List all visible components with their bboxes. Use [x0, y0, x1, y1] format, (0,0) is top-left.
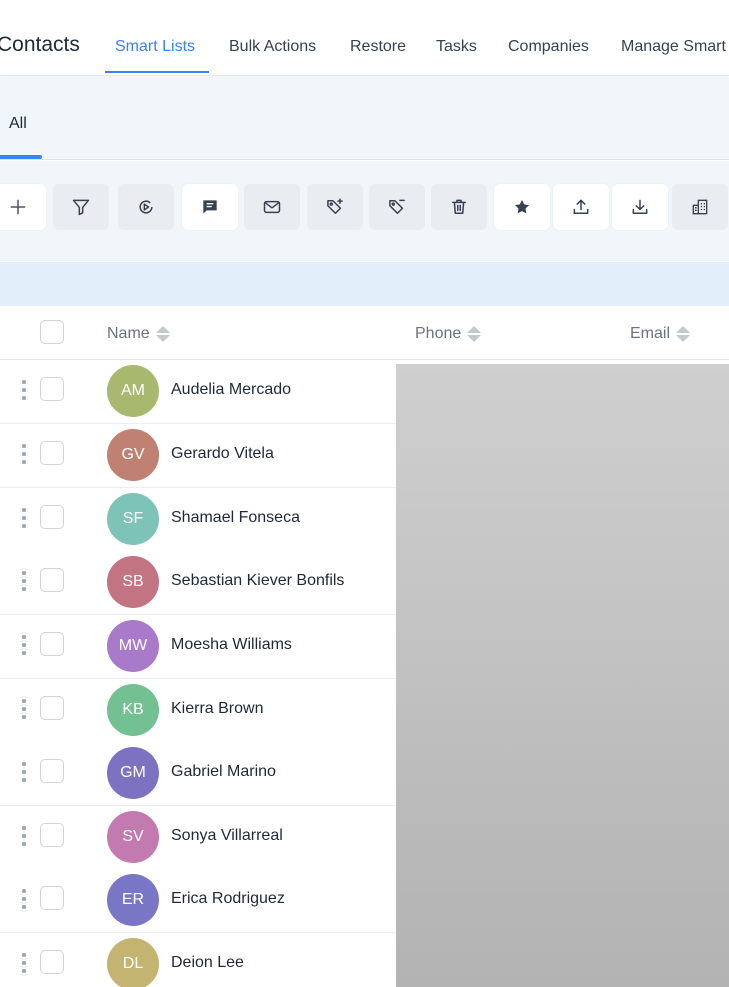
kebab-menu-icon[interactable]	[20, 697, 28, 721]
select-all-checkbox[interactable]	[40, 320, 64, 344]
filter-button[interactable]	[53, 184, 109, 230]
tab-smart-lists[interactable]: Smart Lists	[115, 38, 195, 56]
star-icon	[514, 199, 530, 214]
envelope-icon	[263, 200, 281, 214]
import-button[interactable]	[612, 184, 668, 230]
message-icon	[203, 200, 217, 214]
row-checkbox[interactable]	[40, 568, 64, 592]
selection-info-bar	[0, 262, 729, 306]
avatar: SB	[107, 556, 159, 608]
companies-button[interactable]	[672, 184, 728, 230]
add-tag-button[interactable]	[307, 184, 363, 230]
download-icon	[632, 199, 648, 214]
contact-name[interactable]: Erica Rodriguez	[171, 890, 285, 908]
smart-list-tabs	[0, 77, 729, 160]
kebab-menu-icon[interactable]	[20, 569, 28, 593]
kebab-menu-icon[interactable]	[20, 506, 28, 530]
kebab-menu-icon[interactable]	[20, 887, 28, 911]
avatar: SF	[107, 493, 159, 545]
avatar: DL	[107, 938, 159, 987]
active-tab-indicator	[105, 71, 209, 73]
row-checkbox[interactable]	[40, 505, 64, 529]
contact-name[interactable]: Sonya Villarreal	[171, 827, 283, 845]
building-icon	[692, 199, 708, 215]
app-title: Contacts	[0, 33, 80, 56]
kebab-menu-icon[interactable]	[20, 442, 28, 466]
row-checkbox[interactable]	[40, 696, 64, 720]
kebab-menu-icon[interactable]	[20, 951, 28, 975]
tab-restore[interactable]: Restore	[350, 38, 406, 56]
row-checkbox[interactable]	[40, 441, 64, 465]
send-email-button[interactable]	[244, 184, 300, 230]
contact-name[interactable]: Deion Lee	[171, 954, 244, 972]
kebab-menu-icon[interactable]	[20, 378, 28, 402]
column-header-phone[interactable]: Phone	[415, 325, 482, 343]
smart-list-active-indicator	[0, 155, 42, 159]
redacted-contact-details	[396, 364, 729, 987]
avatar: KB	[107, 684, 159, 736]
tab-manage-smart-lists[interactable]: Manage Smart Lists	[621, 38, 729, 56]
contact-name[interactable]: Moesha Williams	[171, 636, 292, 654]
contact-name[interactable]: Sebastian Kiever Bonfils	[171, 572, 344, 590]
export-button[interactable]	[553, 184, 609, 230]
avatar: GV	[107, 429, 159, 481]
tab-companies[interactable]: Companies	[508, 38, 589, 56]
column-header-name[interactable]: Name	[107, 325, 170, 343]
contact-name[interactable]: Audelia Mercado	[171, 381, 291, 399]
row-checkbox[interactable]	[40, 823, 64, 847]
smart-list-tab-all[interactable]: All	[9, 115, 27, 133]
contact-name[interactable]: Gabriel Marino	[171, 763, 276, 781]
avatar: GM	[107, 747, 159, 799]
kebab-menu-icon[interactable]	[20, 760, 28, 784]
tag-minus-icon	[389, 199, 405, 214]
row-checkbox[interactable]	[40, 632, 64, 656]
tab-tasks[interactable]: Tasks	[436, 38, 477, 56]
row-checkbox[interactable]	[40, 950, 64, 974]
sort-icon	[467, 326, 482, 342]
tag-plus-icon	[327, 198, 343, 214]
add-contact-button[interactable]	[0, 184, 46, 230]
avatar: AM	[107, 365, 159, 417]
avatar: SV	[107, 811, 159, 863]
add-to-workflow-button[interactable]	[118, 184, 174, 230]
trash-icon	[452, 199, 466, 214]
play-circle-icon	[139, 200, 153, 214]
delete-button[interactable]	[431, 184, 487, 230]
kebab-menu-icon[interactable]	[20, 633, 28, 657]
top-navigation: Contacts Smart Lists Bulk Actions Restor…	[0, 0, 729, 76]
sort-icon	[676, 326, 691, 342]
avatar: MW	[107, 620, 159, 672]
contact-name[interactable]: Kierra Brown	[171, 700, 263, 718]
row-checkbox[interactable]	[40, 759, 64, 783]
sort-icon	[155, 326, 170, 342]
row-checkbox[interactable]	[40, 886, 64, 910]
contact-name[interactable]: Gerardo Vitela	[171, 445, 274, 463]
kebab-menu-icon[interactable]	[20, 824, 28, 848]
filter-icon	[72, 199, 90, 216]
review-request-button[interactable]	[494, 184, 550, 230]
tab-bulk-actions[interactable]: Bulk Actions	[229, 38, 316, 56]
plus-icon	[10, 199, 26, 215]
column-header-email[interactable]: Email	[630, 325, 691, 343]
avatar: ER	[107, 874, 159, 926]
remove-tag-button[interactable]	[369, 184, 425, 230]
send-sms-button[interactable]	[182, 184, 238, 230]
upload-icon	[573, 199, 589, 214]
contact-name[interactable]: Shamael Fonseca	[171, 509, 300, 527]
row-checkbox[interactable]	[40, 377, 64, 401]
